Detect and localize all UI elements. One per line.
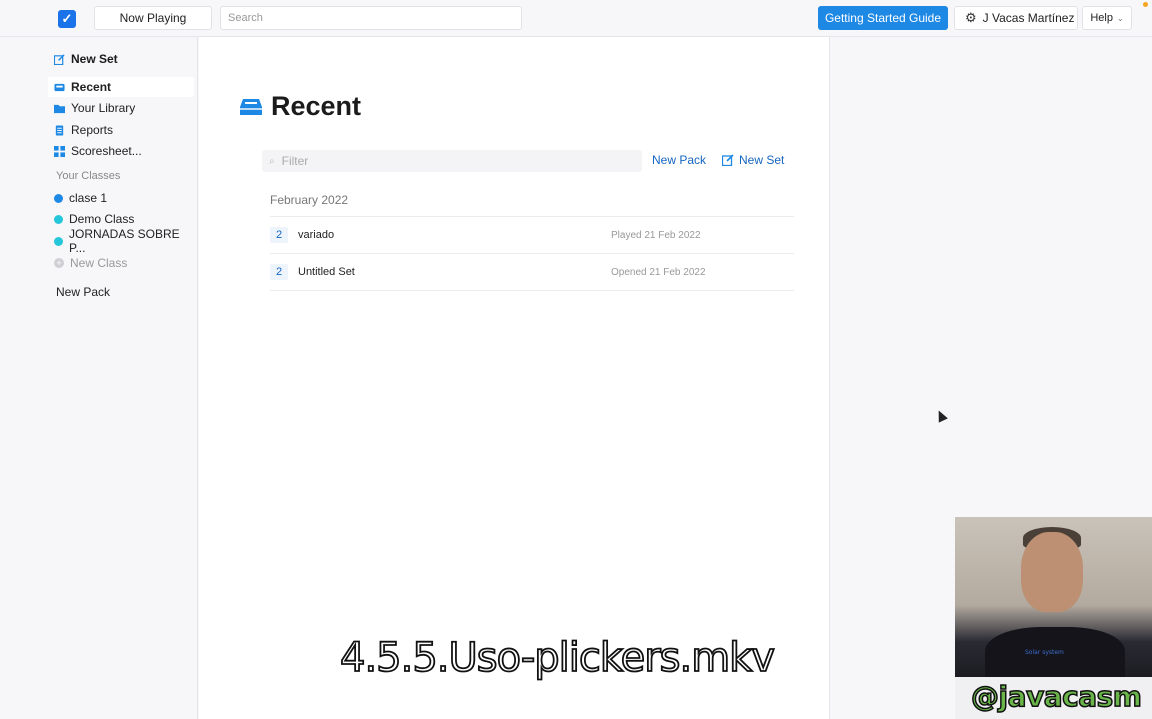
user-account-button[interactable]: ⚙ J Vacas Martínez — [954, 6, 1078, 30]
presenter-face — [1021, 532, 1083, 612]
question-count-badge: 2 — [270, 227, 288, 243]
edit-icon — [722, 154, 734, 166]
search-input[interactable]: Search — [220, 6, 522, 30]
help-label: Help — [1090, 12, 1113, 24]
sidebar-item-label: Recent — [71, 80, 112, 94]
plus-circle-icon: + — [54, 258, 64, 268]
set-name: variado — [298, 229, 335, 241]
channel-handle: @javacasm — [970, 679, 1142, 714]
sidebar-class-jornadas[interactable]: JORNADAS SOBRE P... — [48, 227, 194, 255]
new-class-label: New Class — [70, 256, 128, 270]
new-set-link[interactable]: New Set — [722, 153, 784, 167]
search-icon: ⌕ — [269, 155, 275, 167]
now-playing-button[interactable]: Now Playing — [94, 6, 212, 30]
sidebar-item-recent[interactable]: Recent — [48, 77, 194, 97]
sidebar-new-class-button[interactable]: + New Class — [48, 253, 194, 273]
set-activity: Opened 21 Feb 2022 — [611, 266, 706, 278]
set-activity: Played 21 Feb 2022 — [611, 229, 701, 241]
plickers-logo-icon[interactable]: ✓ — [58, 10, 76, 28]
chevron-down-icon: ⌄ — [1116, 13, 1124, 23]
class-color-dot-icon — [54, 193, 63, 203]
document-icon — [55, 124, 64, 136]
sidebar-item-scoresheet[interactable]: Scoresheet... — [48, 141, 194, 161]
webcam-overlay: Solar system — [955, 517, 1152, 677]
your-classes-heading: Your Classes — [56, 170, 121, 182]
main-content: Recent ⌕ Filter New Pack New Set Februar… — [199, 37, 829, 719]
help-button[interactable]: Help ⌄ — [1082, 6, 1132, 30]
class-label: JORNADAS SOBRE P... — [69, 227, 180, 255]
sidebar-item-label: Reports — [71, 123, 114, 137]
inbox-icon — [240, 98, 262, 115]
question-count-badge: 2 — [270, 264, 288, 280]
gear-icon: ⚙ — [965, 10, 977, 25]
sidebar-new-set-button[interactable]: New Set — [48, 49, 194, 69]
getting-started-guide-button[interactable]: Getting Started Guide — [818, 6, 948, 30]
page-title: Recent — [271, 91, 362, 121]
sidebar-item-your-library[interactable]: Your Library — [48, 98, 194, 118]
new-set-label: New Set — [739, 153, 785, 167]
top-bar: ✓ Now Playing Search Getting Started Gui… — [0, 0, 1152, 37]
edit-icon — [54, 53, 65, 65]
class-color-dot-icon — [54, 236, 63, 246]
sidebar-item-reports[interactable]: Reports — [48, 120, 194, 140]
grid-icon — [54, 145, 65, 157]
sidebar-class-clase-1[interactable]: clase 1 — [48, 188, 194, 208]
class-label: clase 1 — [69, 191, 108, 205]
sidebar-new-set-label: New Set — [71, 52, 118, 66]
new-pack-link[interactable]: New Pack — [652, 153, 706, 167]
page-header: Recent — [240, 91, 361, 122]
sidebar-item-label: Your Library — [71, 101, 136, 115]
date-group-label: February 2022 — [270, 193, 349, 207]
sidebar-class-demo-class[interactable]: Demo Class — [48, 209, 194, 229]
class-label: Demo Class — [69, 212, 135, 226]
user-name: J Vacas Martínez — [982, 11, 1075, 25]
sidebar-item-label: Scoresheet... — [71, 144, 142, 158]
sidebar: New Set Recent Your Library Reports Scor… — [0, 37, 198, 719]
video-caption: 4.5.5.Uso-plickers.mkv — [339, 634, 776, 682]
folder-icon — [54, 104, 65, 113]
divider — [270, 290, 794, 291]
new-pack-label: New Pack — [652, 153, 707, 167]
filter-placeholder: Filter — [281, 154, 309, 168]
new-pack-label: New Pack — [56, 285, 111, 299]
class-color-dot-icon — [54, 214, 63, 224]
filter-input[interactable]: ⌕ Filter — [262, 150, 642, 172]
shirt-print-text: Solar system — [1025, 649, 1064, 656]
notification-dot-icon — [1143, 2, 1148, 7]
set-name: Untitled Set — [298, 266, 355, 278]
inbox-icon — [54, 83, 65, 91]
list-item[interactable]: 2 Untitled Set Opened 21 Feb 2022 — [270, 254, 794, 290]
list-item[interactable]: 2 variado Played 21 Feb 2022 — [270, 217, 794, 253]
sidebar-new-pack-button[interactable]: New Pack — [50, 282, 196, 302]
